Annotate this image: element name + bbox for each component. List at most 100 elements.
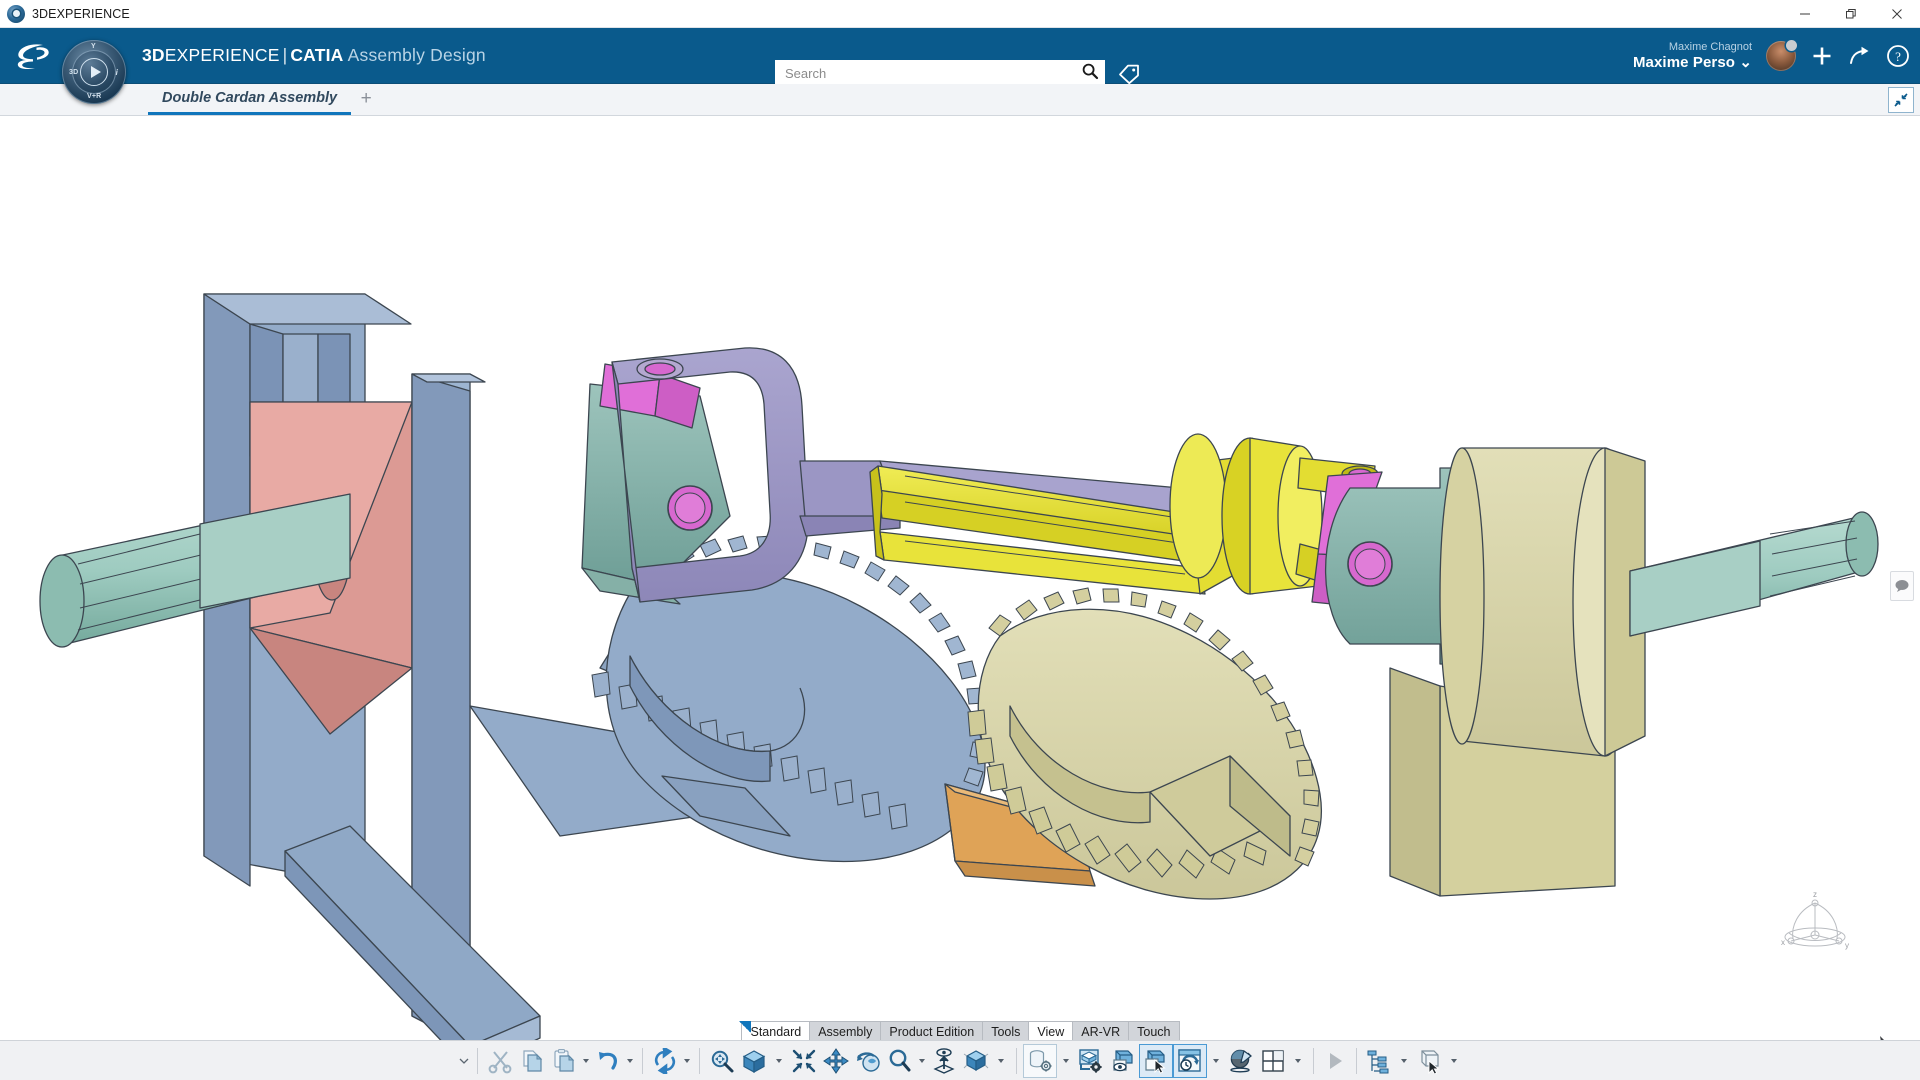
user-role[interactable]: Maxime Perso ⌄ bbox=[1633, 54, 1752, 71]
cardan-joint-2 bbox=[1312, 448, 1645, 756]
toolbar-divider-5 bbox=[1313, 1048, 1314, 1074]
assembly-3d-model: .ln { stroke:#3c4650; stroke-width:1.3; … bbox=[0, 116, 1920, 1080]
pan-button[interactable] bbox=[820, 1044, 852, 1078]
tab-tools[interactable]: Tools bbox=[982, 1021, 1029, 1042]
copy-button[interactable] bbox=[516, 1044, 548, 1078]
window-controls bbox=[1782, 0, 1920, 28]
search-input[interactable] bbox=[785, 66, 1081, 81]
3d-viewport[interactable]: .ln { stroke:#3c4650; stroke-width:1.3; … bbox=[0, 116, 1920, 1080]
pick-box-button[interactable] bbox=[1413, 1044, 1445, 1078]
isometric-view-button[interactable] bbox=[738, 1044, 770, 1078]
zoom-area-button[interactable] bbox=[706, 1044, 738, 1078]
action-toolbar bbox=[0, 1040, 1920, 1080]
named-views-button[interactable] bbox=[960, 1044, 992, 1078]
compass-icon[interactable]: 3D i V+R Y bbox=[62, 40, 126, 104]
history-button[interactable] bbox=[1173, 1044, 1207, 1078]
chevron-down-icon: ⌄ bbox=[1739, 54, 1752, 71]
play-button[interactable] bbox=[1320, 1044, 1350, 1078]
rotate-button[interactable] bbox=[852, 1044, 884, 1078]
compass-label-y: Y bbox=[91, 43, 96, 50]
history-dropdown-caret[interactable] bbox=[1207, 1044, 1225, 1078]
update-dropdown-caret[interactable] bbox=[681, 1044, 693, 1078]
grid-dropdown-caret[interactable] bbox=[1289, 1044, 1307, 1078]
paste-button[interactable] bbox=[548, 1044, 580, 1078]
3dexperience-logo-icon bbox=[7, 5, 25, 23]
app-header: 3D i V+R Y 3DEXPERIENCE|CATIA Assembly D… bbox=[0, 28, 1920, 84]
axis-triad: z x y bbox=[1775, 885, 1855, 965]
tab-ar-vr[interactable]: AR-VR bbox=[1072, 1021, 1129, 1042]
display-settings-button[interactable] bbox=[1075, 1044, 1107, 1078]
tree-button[interactable] bbox=[1363, 1044, 1395, 1078]
avatar[interactable] bbox=[1766, 41, 1796, 71]
grid-button[interactable] bbox=[1257, 1044, 1289, 1078]
select-mode-button[interactable] bbox=[1139, 1044, 1173, 1078]
compass-label-vr: V+R bbox=[87, 93, 101, 100]
brand-catia: CATIA bbox=[290, 45, 343, 65]
collapse-panel-icon[interactable] bbox=[1888, 87, 1914, 113]
toolbar-divider-4 bbox=[1016, 1048, 1017, 1074]
paste-dropdown-caret[interactable] bbox=[580, 1044, 592, 1078]
window-title-bar: 3DEXPERIENCE bbox=[0, 0, 1920, 28]
tab-product-edition[interactable]: Product Edition bbox=[880, 1021, 983, 1042]
minimize-button[interactable] bbox=[1782, 0, 1828, 28]
restore-button[interactable] bbox=[1828, 0, 1874, 28]
document-tab[interactable]: Double Cardan Assembly bbox=[148, 83, 351, 115]
search-area bbox=[775, 60, 1141, 87]
visu-settings-button[interactable] bbox=[1023, 1044, 1057, 1078]
undo-button[interactable] bbox=[592, 1044, 624, 1078]
visu-settings-dropdown-caret[interactable] bbox=[1057, 1044, 1075, 1078]
brand-separator: | bbox=[283, 45, 288, 65]
axis-label-y: y bbox=[1845, 941, 1849, 950]
normal-view-button[interactable] bbox=[928, 1044, 960, 1078]
add-tab-button[interactable]: + bbox=[351, 83, 381, 115]
search-icon[interactable] bbox=[1081, 62, 1099, 85]
undo-dropdown-caret[interactable] bbox=[624, 1044, 636, 1078]
window-title: 3DEXPERIENCE bbox=[32, 7, 130, 21]
zoom-button[interactable] bbox=[884, 1044, 916, 1078]
cut-button[interactable] bbox=[484, 1044, 516, 1078]
pick-box-dropdown-caret[interactable] bbox=[1445, 1044, 1463, 1078]
tab-standard[interactable]: Standard bbox=[741, 1021, 810, 1042]
toolbar-divider-6 bbox=[1356, 1048, 1357, 1074]
tab-view[interactable]: View bbox=[1028, 1021, 1073, 1042]
named-views-dropdown-caret[interactable] bbox=[992, 1044, 1010, 1078]
header-right-actions: Maxime Chagnot Maxime Perso ⌄ ? bbox=[1633, 28, 1910, 84]
share-icon[interactable] bbox=[1848, 44, 1872, 68]
fit-all-button[interactable] bbox=[788, 1044, 820, 1078]
shaft-output-right bbox=[1630, 512, 1878, 636]
app-title: 3DEXPERIENCE|CATIA Assembly Design bbox=[142, 45, 486, 66]
chat-bubble-icon[interactable] bbox=[1890, 571, 1914, 601]
tree-dropdown-caret[interactable] bbox=[1395, 1044, 1413, 1078]
add-icon[interactable] bbox=[1810, 44, 1834, 68]
toolbar-divider-2 bbox=[642, 1048, 643, 1074]
toolbar-row bbox=[457, 1042, 1463, 1080]
compass-label-3d: 3D bbox=[69, 69, 78, 76]
axis-label-z: z bbox=[1813, 890, 1817, 899]
render-style-button[interactable] bbox=[1225, 1044, 1257, 1078]
brand-experience: EXPERIENCE bbox=[165, 45, 280, 65]
compass-play-button[interactable] bbox=[80, 58, 108, 86]
user-info[interactable]: Maxime Chagnot Maxime Perso ⌄ bbox=[1633, 41, 1752, 71]
chevron-down-icon[interactable] bbox=[457, 1044, 471, 1078]
dassault-3ds-logo-icon[interactable] bbox=[6, 41, 58, 71]
compass-label-i: i bbox=[116, 68, 118, 77]
isometric-dropdown-caret[interactable] bbox=[770, 1044, 788, 1078]
user-name: Maxime Chagnot bbox=[1633, 41, 1752, 54]
show-hide-button[interactable] bbox=[1107, 1044, 1139, 1078]
app-name: Assembly Design bbox=[348, 45, 486, 65]
tab-touch[interactable]: Touch bbox=[1128, 1021, 1179, 1042]
close-button[interactable] bbox=[1874, 0, 1920, 28]
tab-assembly[interactable]: Assembly bbox=[809, 1021, 881, 1042]
update-button[interactable] bbox=[649, 1044, 681, 1078]
sleeve-yellow bbox=[870, 434, 1380, 598]
svg-text:?: ? bbox=[1895, 49, 1901, 64]
toolbar-divider-3 bbox=[699, 1048, 700, 1074]
toolbar-divider bbox=[477, 1048, 478, 1074]
tag-icon[interactable] bbox=[1117, 62, 1141, 86]
search-box[interactable] bbox=[775, 60, 1105, 87]
document-tabstrip: Double Cardan Assembly + bbox=[0, 84, 1920, 116]
help-icon[interactable]: ? bbox=[1886, 44, 1910, 68]
axis-label-x: x bbox=[1781, 938, 1785, 947]
zoom-dropdown-caret[interactable] bbox=[916, 1044, 928, 1078]
command-tabs: Standard Assembly Product Edition Tools … bbox=[741, 1021, 1178, 1042]
